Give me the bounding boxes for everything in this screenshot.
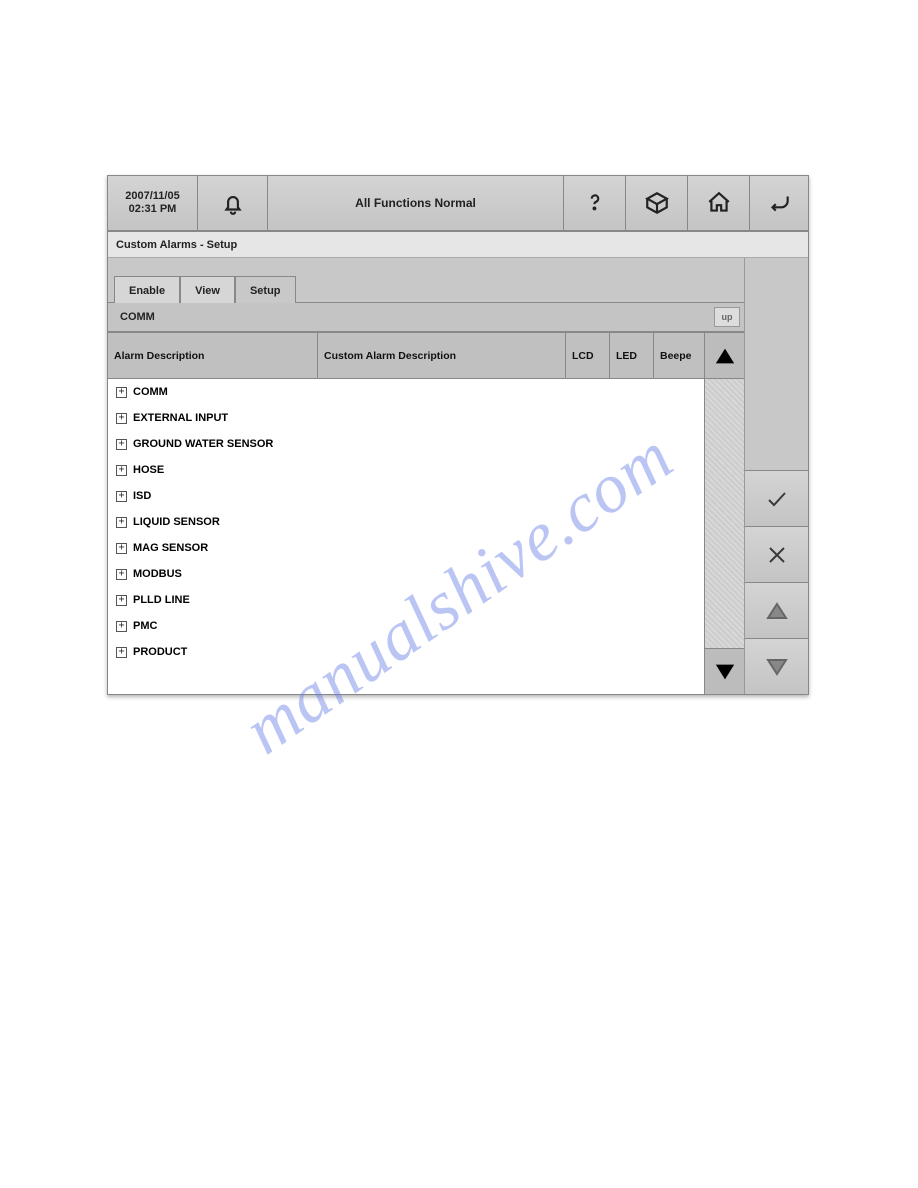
row-label: PLLD LINE xyxy=(133,594,190,606)
expand-icon[interactable]: + xyxy=(116,569,127,580)
row-label: COMM xyxy=(133,386,168,398)
home-button[interactable] xyxy=(688,176,750,230)
row-label: MODBUS xyxy=(133,568,182,580)
table-row[interactable]: + PLLD LINE xyxy=(108,587,704,613)
question-icon xyxy=(582,190,608,216)
table-scrollbar xyxy=(704,333,744,694)
row-label: MAG SENSOR xyxy=(133,542,208,554)
tab-bar: Enable View Setup xyxy=(108,262,744,302)
table-row[interactable]: + MAG SENSOR xyxy=(108,535,704,561)
expand-icon[interactable]: + xyxy=(116,387,127,398)
left-pane: Enable View Setup COMM up Alarm Descript… xyxy=(108,258,744,694)
row-label: EXTERNAL INPUT xyxy=(133,412,228,424)
category-bar: COMM up xyxy=(108,302,744,332)
expand-icon[interactable]: + xyxy=(116,465,127,476)
col-alarm-description: Alarm Description xyxy=(108,333,318,378)
app-window: 2007/11/05 02:31 PM All Functions Normal xyxy=(107,175,809,695)
back-button[interactable] xyxy=(750,176,808,230)
row-label: LIQUID SENSOR xyxy=(133,516,220,528)
expand-icon[interactable]: + xyxy=(116,439,127,450)
expand-icon[interactable]: + xyxy=(116,543,127,554)
alarm-table: Alarm Description Custom Alarm Descripti… xyxy=(108,332,744,694)
row-label: PMC xyxy=(133,620,157,632)
row-label: PRODUCT xyxy=(133,646,187,658)
cross-icon xyxy=(765,543,789,567)
cancel-button[interactable] xyxy=(745,526,808,582)
expand-icon[interactable]: + xyxy=(116,413,127,424)
scroll-down-button[interactable] xyxy=(705,648,744,694)
check-icon xyxy=(765,487,789,511)
status-text: All Functions Normal xyxy=(268,176,564,230)
bell-icon xyxy=(220,190,246,216)
category-up-button[interactable]: up xyxy=(714,307,740,327)
expand-icon[interactable]: + xyxy=(116,647,127,658)
tab-enable[interactable]: Enable xyxy=(114,276,180,303)
page-title: Custom Alarms - Setup xyxy=(116,239,237,251)
table-content: Alarm Description Custom Alarm Descripti… xyxy=(108,333,704,694)
package-button[interactable] xyxy=(626,176,688,230)
help-button[interactable] xyxy=(564,176,626,230)
table-row[interactable]: + ISD xyxy=(108,483,704,509)
table-row[interactable]: + LIQUID SENSOR xyxy=(108,509,704,535)
page-up-button[interactable] xyxy=(745,582,808,638)
right-spacer xyxy=(745,258,808,470)
datetime-display: 2007/11/05 02:31 PM xyxy=(108,176,198,230)
expand-icon[interactable]: + xyxy=(116,517,127,528)
expand-icon[interactable]: + xyxy=(116,491,127,502)
main-area: Enable View Setup COMM up Alarm Descript… xyxy=(108,258,808,694)
date-text: 2007/11/05 xyxy=(125,190,179,203)
tab-setup[interactable]: Setup xyxy=(235,276,296,303)
page-down-button[interactable] xyxy=(745,638,808,694)
table-row[interactable]: + EXTERNAL INPUT xyxy=(108,405,704,431)
scroll-up-button[interactable] xyxy=(705,333,744,379)
expand-icon[interactable]: + xyxy=(116,621,127,632)
scroll-track[interactable] xyxy=(705,379,744,648)
top-toolbar: 2007/11/05 02:31 PM All Functions Normal xyxy=(108,176,808,232)
right-action-pane xyxy=(744,258,808,694)
row-label: ISD xyxy=(133,490,151,502)
col-custom-alarm-description: Custom Alarm Description xyxy=(318,333,566,378)
table-row[interactable]: + PRODUCT xyxy=(108,639,704,665)
row-label: HOSE xyxy=(133,464,164,476)
triangle-down-icon xyxy=(714,661,736,683)
home-icon xyxy=(706,190,732,216)
table-header: Alarm Description Custom Alarm Descripti… xyxy=(108,333,704,379)
triangle-up-icon xyxy=(714,345,736,367)
tab-view[interactable]: View xyxy=(180,276,235,303)
expand-icon[interactable]: + xyxy=(116,595,127,606)
page-title-bar: Custom Alarms - Setup xyxy=(108,232,808,258)
table-row[interactable]: + PMC xyxy=(108,613,704,639)
table-row[interactable]: + COMM xyxy=(108,379,704,405)
table-row[interactable]: + HOSE xyxy=(108,457,704,483)
category-label: COMM xyxy=(120,311,155,323)
table-row[interactable]: + GROUND WATER SENSOR xyxy=(108,431,704,457)
row-label: GROUND WATER SENSOR xyxy=(133,438,273,450)
table-row[interactable]: + MODBUS xyxy=(108,561,704,587)
triangle-up-icon xyxy=(765,599,789,623)
confirm-button[interactable] xyxy=(745,470,808,526)
triangle-down-icon xyxy=(765,655,789,679)
alarm-button[interactable] xyxy=(198,176,268,230)
return-arrow-icon xyxy=(766,190,792,216)
table-body: + COMM + EXTERNAL INPUT + GROUND WATER SENSOR… xyxy=(108,379,704,694)
time-text: 02:31 PM xyxy=(129,203,177,216)
col-beeper: Beepe xyxy=(654,333,704,378)
col-lcd: LCD xyxy=(566,333,610,378)
col-led: LED xyxy=(610,333,654,378)
box-icon xyxy=(644,190,670,216)
